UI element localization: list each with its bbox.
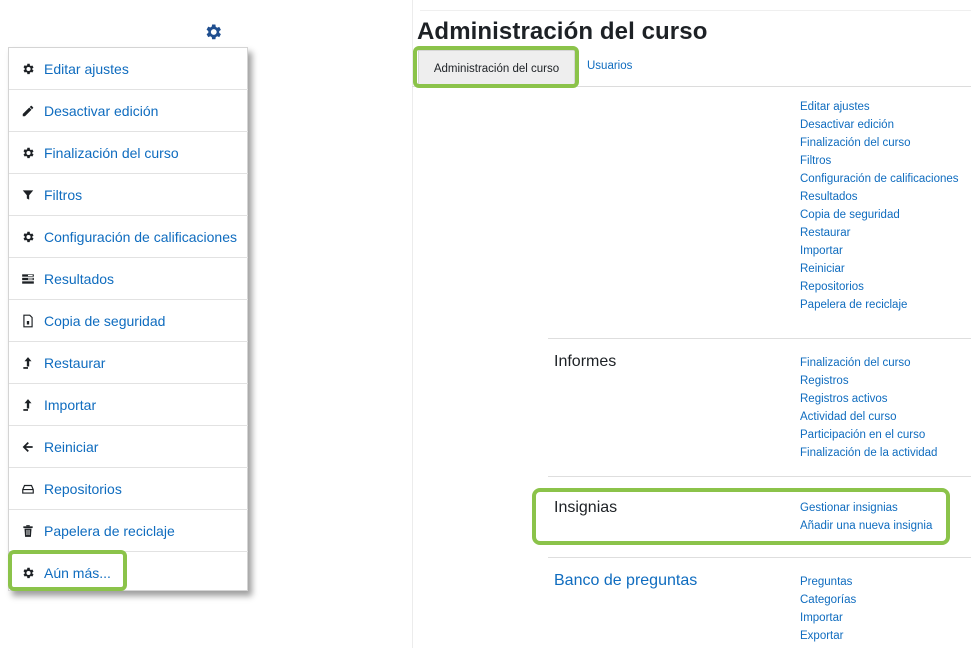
- link-participacion-curso[interactable]: Participación en el curso: [800, 426, 937, 444]
- menu-item-label: Repositorios: [44, 480, 122, 497]
- pencil-icon: [20, 103, 36, 119]
- menu-item-papelera-reciclaje[interactable]: Papelera de reciclaje: [9, 510, 248, 552]
- link-resultados[interactable]: Resultados: [800, 188, 959, 206]
- section-divider: [548, 557, 971, 558]
- link-finalizacion-curso[interactable]: Finalización del curso: [800, 354, 937, 372]
- link-desactivar-edicion[interactable]: Desactivar edición: [800, 116, 959, 134]
- gear-icon: [20, 565, 36, 581]
- link-registros-activos[interactable]: Registros activos: [800, 390, 937, 408]
- link-finalizacion-actividad[interactable]: Finalización de la actividad: [800, 444, 937, 462]
- menu-item-label: Restaurar: [44, 354, 106, 371]
- menu-item-label: Copia de seguridad: [44, 312, 166, 329]
- menu-item-aun-mas[interactable]: Aún más...: [9, 552, 248, 594]
- menu-item-filtros[interactable]: Filtros: [9, 174, 248, 216]
- back-arrow-icon: [20, 439, 36, 455]
- course-admin-dropdown: Editar ajustes Desactivar edición Finali…: [8, 47, 248, 591]
- insignias-links: Gestionar insignias Añadir una nueva ins…: [800, 499, 932, 535]
- tab-usuarios[interactable]: Usuarios: [587, 60, 632, 72]
- link-registros[interactable]: Registros: [800, 372, 937, 390]
- link-copia-seguridad[interactable]: Copia de seguridad: [800, 206, 959, 224]
- link-importar[interactable]: Importar: [800, 609, 856, 627]
- menu-item-editar-ajustes[interactable]: Editar ajustes: [9, 48, 248, 90]
- menu-item-restaurar[interactable]: Restaurar: [9, 342, 248, 384]
- link-filtros[interactable]: Filtros: [800, 152, 959, 170]
- link-configuracion-calificaciones[interactable]: Configuración de calificaciones: [800, 170, 959, 188]
- file-icon: [20, 313, 36, 329]
- list-icon: [20, 271, 36, 287]
- gear-icon: [20, 61, 36, 77]
- trash-icon: [20, 523, 36, 539]
- menu-item-repositorios[interactable]: Repositorios: [9, 468, 248, 510]
- menu-item-label: Resultados: [44, 270, 115, 287]
- menu-item-label: Importar: [44, 396, 97, 413]
- menu-item-configuracion-calificaciones[interactable]: Configuración de calificaciones: [9, 216, 248, 258]
- menu-item-label: Aún más...: [44, 565, 111, 581]
- gear-icon[interactable]: [203, 22, 223, 42]
- menu-item-copia-seguridad[interactable]: Copia de seguridad: [9, 300, 248, 342]
- informes-links: Finalización del curso Registros Registr…: [800, 354, 937, 462]
- link-actividad-curso[interactable]: Actividad del curso: [800, 408, 937, 426]
- link-restaurar[interactable]: Restaurar: [800, 224, 959, 242]
- section-title-insignias: Insignias: [554, 499, 618, 516]
- menu-item-reiniciar[interactable]: Reiniciar: [9, 426, 248, 468]
- menu-item-label: Filtros: [44, 186, 83, 203]
- tabs-divider: [412, 86, 971, 87]
- gear-icon: [20, 145, 36, 161]
- link-finalizacion-curso[interactable]: Finalización del curso: [800, 134, 959, 152]
- link-categorias[interactable]: Categorías: [800, 591, 856, 609]
- link-gestionar-insignias[interactable]: Gestionar insignias: [800, 499, 932, 517]
- banco-links: Preguntas Categorías Importar Exportar: [800, 573, 856, 645]
- link-repositorios[interactable]: Repositorios: [800, 278, 959, 296]
- link-papelera-reciclaje[interactable]: Papelera de reciclaje: [800, 296, 959, 314]
- menu-item-resultados[interactable]: Resultados: [9, 258, 248, 300]
- menu-item-label: Reiniciar: [44, 438, 99, 455]
- link-exportar[interactable]: Exportar: [800, 627, 856, 645]
- drive-icon: [20, 481, 36, 497]
- menu-item-label: Editar ajustes: [44, 60, 129, 77]
- menu-item-finalizacion-curso[interactable]: Finalización del curso: [9, 132, 248, 174]
- gear-icon: [20, 229, 36, 245]
- section-divider: [548, 338, 971, 339]
- upload-arrow-icon: [20, 355, 36, 371]
- link-anadir-insignia[interactable]: Añadir una nueva insignia: [800, 517, 932, 535]
- menu-item-label: Desactivar edición: [44, 102, 159, 119]
- link-preguntas[interactable]: Preguntas: [800, 573, 856, 591]
- section-title-informes: Informes: [554, 353, 617, 370]
- section-title-banco-preguntas[interactable]: Banco de preguntas: [554, 572, 697, 590]
- menu-item-label: Configuración de calificaciones: [44, 228, 237, 245]
- course-admin-links: Editar ajustes Desactivar edición Finali…: [800, 98, 959, 314]
- link-reiniciar[interactable]: Reiniciar: [800, 260, 959, 278]
- tab-administracion-curso[interactable]: Administración del curso: [418, 50, 575, 86]
- menu-item-importar[interactable]: Importar: [9, 384, 248, 426]
- filter-icon: [20, 187, 36, 203]
- menu-item-desactivar-edicion[interactable]: Desactivar edición: [9, 90, 248, 132]
- divider: [420, 10, 971, 11]
- link-importar[interactable]: Importar: [800, 242, 959, 260]
- page-title: Administración del curso: [417, 18, 708, 45]
- menu-item-label: Papelera de reciclaje: [44, 522, 175, 539]
- link-editar-ajustes[interactable]: Editar ajustes: [800, 98, 959, 116]
- upload-arrow-icon: [20, 397, 36, 413]
- menu-item-label: Finalización del curso: [44, 144, 179, 161]
- section-divider: [548, 476, 971, 477]
